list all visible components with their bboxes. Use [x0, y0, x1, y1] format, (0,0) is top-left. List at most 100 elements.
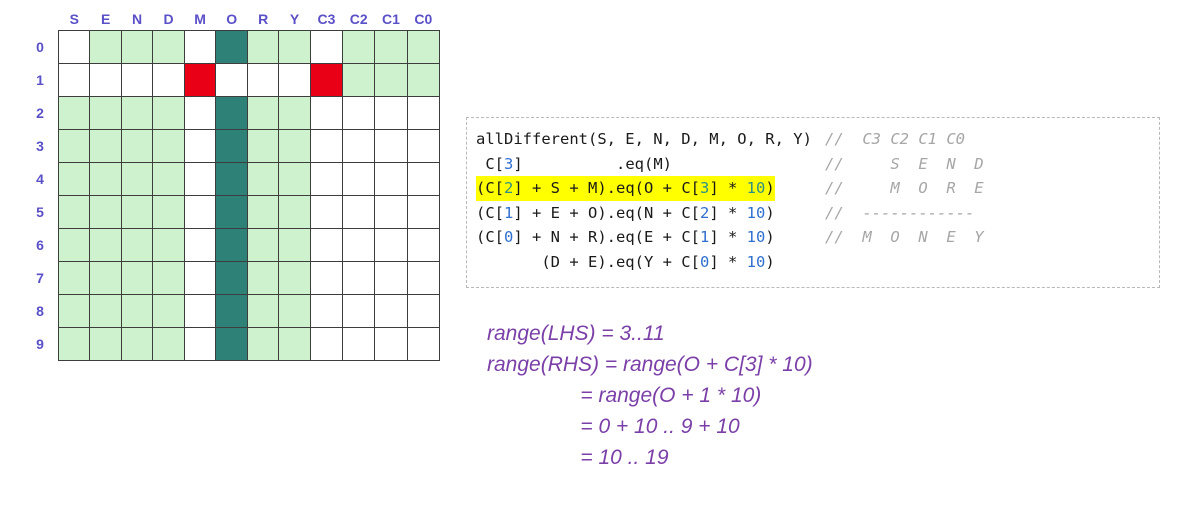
grid-cell-y-5[interactable] [278, 195, 311, 229]
grid-cell-o-9[interactable] [215, 327, 248, 361]
grid-cell-y-8[interactable] [278, 294, 311, 328]
grid-cell-c2-8[interactable] [342, 294, 376, 328]
grid-cell-e-9[interactable] [89, 327, 122, 361]
grid-cell-c1-0[interactable] [374, 30, 408, 64]
grid-cell-c3-4[interactable] [309, 162, 344, 196]
grid-cell-m-7[interactable] [183, 261, 217, 295]
grid-cell-c3-3[interactable] [309, 129, 344, 163]
grid-cell-o-7[interactable] [215, 261, 248, 295]
grid-cell-c2-5[interactable] [342, 195, 376, 229]
grid-cell-e-6[interactable] [89, 228, 122, 262]
grid-cell-r-0[interactable] [246, 30, 280, 64]
grid-cell-r-8[interactable] [246, 294, 280, 328]
grid-cell-d-5[interactable] [152, 195, 185, 229]
grid-cell-n-0[interactable] [120, 30, 154, 64]
grid-cell-s-3[interactable] [58, 129, 91, 163]
grid-cell-s-8[interactable] [58, 294, 91, 328]
grid-cell-c0-5[interactable] [406, 195, 441, 229]
grid-cell-r-2[interactable] [246, 96, 280, 130]
grid-cell-c2-2[interactable] [342, 96, 376, 130]
grid-cell-s-7[interactable] [58, 261, 91, 295]
grid-cell-e-4[interactable] [89, 162, 122, 196]
grid-cell-m-9[interactable] [183, 327, 217, 361]
grid-cell-c1-7[interactable] [374, 261, 408, 295]
grid-cell-c2-3[interactable] [342, 129, 376, 163]
grid-cell-c2-6[interactable] [342, 228, 376, 262]
grid-cell-o-8[interactable] [215, 294, 248, 328]
grid-cell-c2-7[interactable] [342, 261, 376, 295]
grid-cell-c3-0[interactable] [309, 30, 344, 64]
grid-cell-n-2[interactable] [120, 96, 154, 130]
grid-cell-d-9[interactable] [152, 327, 185, 361]
grid-cell-o-2[interactable] [215, 96, 248, 130]
grid-cell-s-2[interactable] [58, 96, 91, 130]
grid-cell-r-1[interactable] [246, 63, 280, 97]
grid-cell-n-8[interactable] [120, 294, 154, 328]
grid-cell-y-9[interactable] [278, 327, 311, 361]
grid-cell-o-4[interactable] [215, 162, 248, 196]
grid-cell-s-9[interactable] [58, 327, 91, 361]
grid-cell-c3-9[interactable] [309, 327, 344, 361]
grid-cell-c1-2[interactable] [374, 96, 408, 130]
grid-cell-d-8[interactable] [152, 294, 185, 328]
grid-cell-n-6[interactable] [120, 228, 154, 262]
grid-cell-e-3[interactable] [89, 129, 122, 163]
grid-cell-r-6[interactable] [246, 228, 280, 262]
grid-cell-y-6[interactable] [278, 228, 311, 262]
grid-cell-e-0[interactable] [89, 30, 122, 64]
grid-cell-e-5[interactable] [89, 195, 122, 229]
grid-cell-c2-4[interactable] [342, 162, 376, 196]
grid-cell-c3-8[interactable] [309, 294, 344, 328]
grid-cell-o-5[interactable] [215, 195, 248, 229]
grid-cell-c2-1[interactable] [342, 63, 376, 97]
grid-cell-c0-3[interactable] [406, 129, 441, 163]
grid-cell-e-2[interactable] [89, 96, 122, 130]
grid-cell-c1-6[interactable] [374, 228, 408, 262]
grid-cell-s-0[interactable] [58, 30, 91, 64]
grid-cell-c0-9[interactable] [406, 327, 441, 361]
grid-cell-m-2[interactable] [183, 96, 217, 130]
grid-cell-y-0[interactable] [278, 30, 311, 64]
grid-cell-e-7[interactable] [89, 261, 122, 295]
grid-cell-o-1[interactable] [215, 63, 248, 97]
grid-cell-c1-3[interactable] [374, 129, 408, 163]
grid-cell-n-3[interactable] [120, 129, 154, 163]
grid-cell-d-6[interactable] [152, 228, 185, 262]
grid-cell-c1-1[interactable] [374, 63, 408, 97]
grid-cell-c3-6[interactable] [309, 228, 344, 262]
grid-cell-e-8[interactable] [89, 294, 122, 328]
grid-cell-c2-0[interactable] [342, 30, 376, 64]
grid-cell-n-7[interactable] [120, 261, 154, 295]
grid-cell-c3-2[interactable] [309, 96, 344, 130]
grid-cell-o-3[interactable] [215, 129, 248, 163]
grid-cell-d-2[interactable] [152, 96, 185, 130]
grid-cell-c0-4[interactable] [406, 162, 441, 196]
grid-cell-c0-6[interactable] [406, 228, 441, 262]
grid-cell-r-4[interactable] [246, 162, 280, 196]
grid-cell-c2-9[interactable] [342, 327, 376, 361]
grid-cell-y-7[interactable] [278, 261, 311, 295]
grid-cell-y-3[interactable] [278, 129, 311, 163]
grid-cell-m-0[interactable] [183, 30, 217, 64]
grid-cell-c1-9[interactable] [374, 327, 408, 361]
grid-cell-m-3[interactable] [183, 129, 217, 163]
grid-cell-n-5[interactable] [120, 195, 154, 229]
grid-cell-r-9[interactable] [246, 327, 280, 361]
grid-cell-n-4[interactable] [120, 162, 154, 196]
grid-cell-c1-8[interactable] [374, 294, 408, 328]
grid-cell-m-8[interactable] [183, 294, 217, 328]
grid-cell-c3-7[interactable] [309, 261, 344, 295]
grid-cell-n-1[interactable] [120, 63, 154, 97]
grid-cell-n-9[interactable] [120, 327, 154, 361]
grid-cell-d-3[interactable] [152, 129, 185, 163]
grid-cell-y-1[interactable] [278, 63, 311, 97]
grid-cell-d-0[interactable] [152, 30, 185, 64]
grid-cell-c0-8[interactable] [406, 294, 441, 328]
grid-cell-m-6[interactable] [183, 228, 217, 262]
grid-cell-r-5[interactable] [246, 195, 280, 229]
grid-cell-m-1[interactable] [183, 63, 217, 97]
grid-cell-c3-5[interactable] [309, 195, 344, 229]
grid-cell-c3-1[interactable] [309, 63, 344, 97]
grid-cell-s-6[interactable] [58, 228, 91, 262]
grid-cell-o-6[interactable] [215, 228, 248, 262]
